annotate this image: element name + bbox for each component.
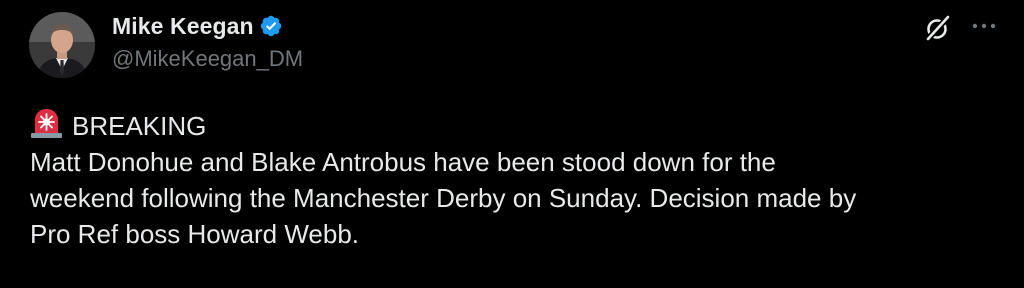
body-line: Pro Ref boss Howard Webb. — [30, 219, 359, 249]
avatar[interactable] — [29, 12, 95, 78]
display-name[interactable]: Mike Keegan — [112, 13, 254, 40]
body-line: weekend following the Manchester Derby o… — [30, 183, 857, 213]
tweet-text: BREAKING Matt Donohue and Blake Antrobus… — [30, 106, 1005, 252]
verified-badge-icon[interactable] — [259, 14, 283, 38]
police-light-emoji-icon — [30, 106, 63, 139]
tweet-card: Mike Keegan @MikeKeegan_DM BREAKING Matt… — [0, 0, 1024, 288]
headline-line: BREAKING — [30, 106, 1005, 144]
grok-icon[interactable] — [924, 14, 952, 42]
body-line: Matt Donohue and Blake Antrobus have bee… — [30, 147, 776, 177]
name-row: Mike Keegan — [112, 11, 303, 41]
author-block: Mike Keegan @MikeKeegan_DM — [112, 11, 303, 72]
more-horizontal-icon[interactable] — [968, 12, 1000, 40]
author-handle[interactable]: @MikeKeegan_DM — [112, 46, 303, 72]
avatar-image — [29, 12, 95, 78]
headline-text: BREAKING — [72, 111, 207, 141]
